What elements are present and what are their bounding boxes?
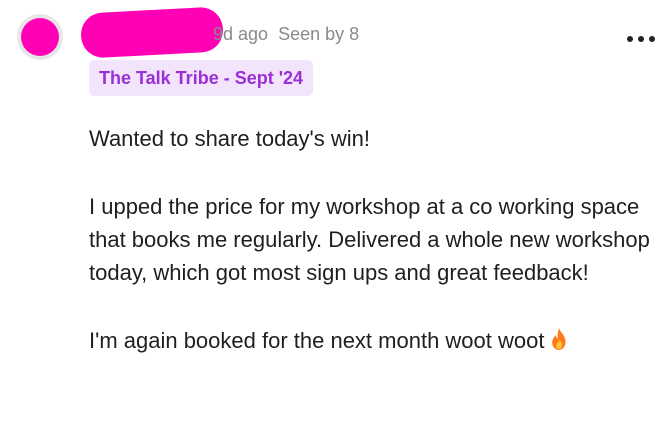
post-paragraph: I'm again booked for the next month woot… xyxy=(89,328,545,353)
post-paragraph: Wanted to share today's win! xyxy=(89,126,370,151)
post-time: 9d ago xyxy=(213,24,269,44)
post-paragraph: I upped the price for my workshop at a c… xyxy=(89,194,650,285)
seen-by-count[interactable]: Seen by 8 xyxy=(278,24,359,44)
author-name-redaction[interactable] xyxy=(79,6,225,59)
fire-icon xyxy=(550,327,568,360)
space-tag[interactable]: The Talk Tribe - Sept '24 xyxy=(89,60,314,96)
post-meta: 9d ago Seen by 8 xyxy=(213,24,359,45)
dot xyxy=(638,36,644,42)
post-paragraph-last: I'm again booked for the next month woot… xyxy=(89,324,664,360)
post-card: 9d ago Seen by 8 The Talk Tribe - Sept '2… xyxy=(0,0,664,424)
post-body: Wanted to share today's win! I upped the… xyxy=(89,122,664,360)
more-options-icon[interactable] xyxy=(627,35,655,43)
dot xyxy=(627,36,633,42)
dot xyxy=(649,36,655,42)
avatar-redaction xyxy=(21,18,59,56)
avatar[interactable] xyxy=(17,14,63,60)
